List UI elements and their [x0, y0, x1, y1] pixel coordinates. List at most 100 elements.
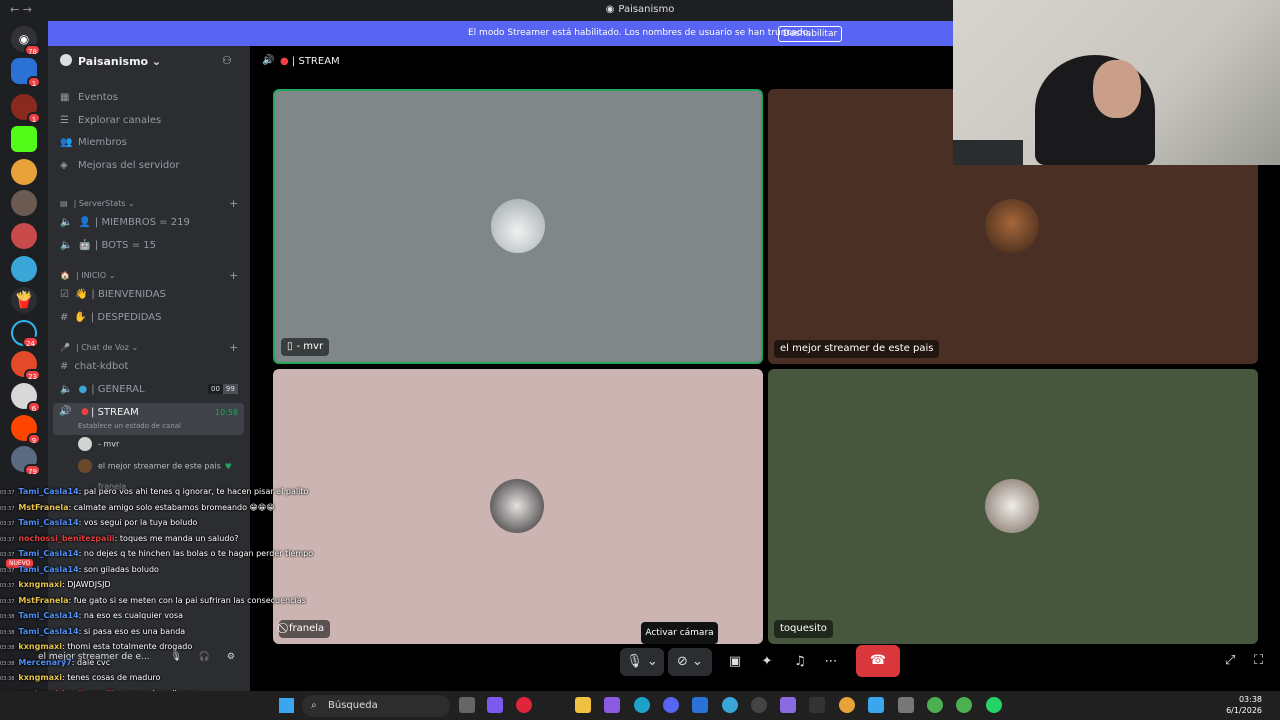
message-timestamp: 03:37	[0, 490, 15, 496]
app-icon[interactable]	[780, 697, 796, 713]
opera-icon[interactable]	[516, 697, 532, 713]
add-member-icon[interactable]: ⚇	[222, 54, 232, 67]
pen-icon[interactable]	[604, 697, 620, 713]
soundboard-icon[interactable]: ♫	[789, 648, 811, 676]
taskview-icon[interactable]	[459, 697, 475, 713]
voice-member[interactable]: el mejor streamer de este pais ♥	[78, 459, 232, 473]
gear-icon[interactable]: ⚙	[227, 652, 235, 662]
server-icon[interactable]: 🍟	[11, 287, 37, 313]
mic-icon[interactable]: 🎙	[171, 652, 182, 662]
chat-message: 03:37 Tami_Casla14: son giladas boludo	[0, 565, 159, 574]
windows-taskbar: ⌕ Búsqueda 03:38 6/1/2026	[0, 691, 1280, 720]
app-icon[interactable]	[692, 697, 708, 713]
chart-icon: ▤	[60, 199, 68, 208]
heart-icon: ♥	[224, 461, 232, 471]
server-icon[interactable]	[11, 159, 37, 185]
participant-name: ⃠franela	[279, 620, 331, 638]
monitor	[953, 140, 1023, 165]
category-label: | ServerStats ⌄	[73, 199, 135, 208]
notification-badge: 23	[24, 369, 41, 381]
server-icon[interactable]: 79	[11, 446, 41, 476]
server-header[interactable]: Paisanismo ⌄ ⚇	[48, 46, 250, 78]
home-icon[interactable]: ◉ 78	[11, 26, 41, 56]
chrome-icon[interactable]	[839, 697, 855, 713]
system-clock[interactable]: 03:38 6/1/2026	[1226, 694, 1262, 716]
message-text: : si pasa eso es una banda	[78, 626, 186, 636]
server-icon[interactable]	[11, 126, 37, 152]
channel-members-stat[interactable]: 🔈 👤 | MIEMBROS = 219	[60, 217, 190, 228]
add-channel-icon[interactable]: +	[229, 341, 238, 354]
avatar	[78, 459, 92, 473]
notepad-icon[interactable]	[868, 697, 884, 713]
category-label: | Chat de Voz ⌄	[75, 343, 139, 352]
channel-general[interactable]: 🔈 ● | GENERAL	[60, 384, 145, 395]
channel-despedidas[interactable]: # ✋ | DESPEDIDAS	[60, 312, 161, 323]
channel-label: | MIEMBROS = 219	[94, 217, 190, 228]
screen-share-icon[interactable]: ▣	[726, 648, 744, 676]
more-options-icon[interactable]: ⋯	[820, 648, 842, 676]
channel-bienvenidas[interactable]: ☑ 👋 | BIENVENIDAS	[60, 289, 166, 300]
headset-icon[interactable]: 🎧	[199, 652, 210, 662]
avatar	[78, 437, 92, 451]
server-name: Paisanismo ⌄	[78, 55, 162, 68]
app-icon[interactable]	[722, 697, 738, 713]
server-icon[interactable]: 24	[11, 320, 39, 348]
server-icon[interactable]: 23	[11, 351, 41, 381]
server-icon	[60, 54, 72, 66]
category-chat-de-voz[interactable]: 🎤 | Chat de Voz ⌄	[60, 343, 138, 352]
message-timestamp: 03:37	[0, 583, 15, 589]
channel-chat-kdbot[interactable]: # chat-kdbot	[60, 361, 128, 372]
voice-member[interactable]: - mvr	[78, 437, 119, 451]
discord-logo-icon: ◉	[605, 4, 615, 15]
channel-stream-active[interactable]: 🔊 ● | STREAM 10:58 Establece un estado d…	[53, 403, 244, 435]
taskbar-search[interactable]: ⌕ Búsqueda	[302, 695, 450, 717]
browse-channels-item[interactable]: ☰ Explorar canales	[60, 115, 161, 126]
channel-status[interactable]: Establece un estado de canal	[78, 422, 181, 430]
streamer-mode-banner: El modo Streamer está habilitado. Los no…	[48, 21, 953, 46]
server-icon[interactable]	[11, 256, 37, 282]
boost-icon: ◈	[60, 160, 68, 171]
add-channel-icon[interactable]: +	[229, 197, 238, 210]
disable-streamer-mode-button[interactable]: Deshabilitar	[778, 26, 842, 42]
activities-icon[interactable]: ✦	[756, 648, 778, 676]
camera-button[interactable]: ⊘ ⌄	[668, 648, 712, 676]
server-icon[interactable]: 9	[11, 415, 41, 445]
video-tile[interactable]: toquesito	[768, 369, 1258, 644]
popout-icon[interactable]: ⤢	[1225, 653, 1235, 668]
events-item[interactable]: ▦ Eventos	[60, 92, 118, 103]
copilot-icon[interactable]	[487, 697, 503, 713]
members-item[interactable]: 👥 Miembros	[60, 137, 127, 148]
disconnect-button[interactable]: ☎	[856, 645, 900, 677]
explorer-icon[interactable]	[575, 697, 591, 713]
video-tile[interactable]: ▯ - mvr	[273, 89, 763, 364]
video-tile[interactable]: ⃠franela	[273, 369, 763, 644]
message-timestamp: 03:38	[0, 614, 15, 620]
chrome-icon[interactable]	[927, 697, 943, 713]
boosts-item[interactable]: ◈ Mejoras del servidor	[60, 160, 180, 171]
channel-bots-stat[interactable]: 🔈 🤖 | BOTS = 15	[60, 240, 156, 251]
server-icon[interactable]: 6	[11, 383, 41, 413]
obs-icon[interactable]	[751, 697, 767, 713]
category-serverstats[interactable]: ▤ | ServerStats ⌄	[60, 199, 135, 208]
edge-icon[interactable]	[634, 697, 650, 713]
whatsapp-icon[interactable]	[986, 697, 1002, 713]
stream-timer: 10:58	[215, 408, 239, 417]
message-text: : son giladas boludo	[78, 564, 159, 574]
message-timestamp: 03:37	[0, 552, 15, 558]
start-icon[interactable]	[279, 698, 294, 713]
server-icon[interactable]: 1	[11, 58, 41, 88]
server-icon[interactable]: 1	[11, 94, 41, 124]
message-timestamp: 03:37	[0, 536, 15, 543]
chrome-icon[interactable]	[956, 697, 972, 713]
terminal-icon[interactable]	[809, 697, 825, 713]
discord-icon[interactable]	[663, 697, 679, 713]
fullscreen-icon[interactable]: ⛶	[1254, 653, 1263, 668]
browse-icon: ☰	[60, 115, 69, 126]
server-icon[interactable]	[11, 223, 37, 249]
category-inicio[interactable]: 🏠 | INICIO ⌄	[60, 271, 115, 280]
app-icon[interactable]	[898, 697, 914, 713]
microphone-button[interactable]: 🎙 ⌄	[620, 648, 664, 676]
add-channel-icon[interactable]: +	[229, 269, 238, 282]
message-timestamp: 03:38	[0, 660, 15, 667]
server-icon[interactable]	[11, 190, 37, 216]
